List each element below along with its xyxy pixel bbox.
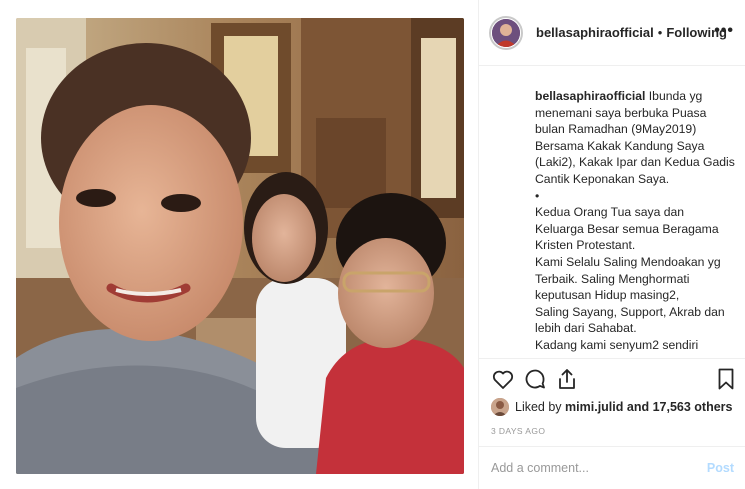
comment-input[interactable] — [491, 461, 691, 475]
post-photo[interactable]: › — [16, 18, 464, 474]
post-comment-button[interactable]: Post — [707, 461, 734, 475]
likes-count-link[interactable]: and 17,563 others — [627, 400, 733, 414]
bookmark-icon[interactable] — [714, 367, 738, 391]
comment-section: Post — [479, 446, 745, 489]
avatar-image — [492, 18, 520, 47]
liker-username-link[interactable]: mimi.julid — [565, 400, 623, 414]
heart-icon[interactable] — [491, 367, 515, 391]
post-sidebar: bellasaphiraofficial • Following ••• bel… — [478, 0, 745, 489]
caption-line: Saling Sayang, Support, Akrab dan lebih … — [535, 304, 725, 336]
likes-prefix: Liked by — [515, 400, 562, 414]
caption-line: Kami Selalu Saling Mendoakan yg Terbaik.… — [535, 254, 721, 303]
selfie-photo — [16, 18, 464, 474]
action-bar — [479, 358, 745, 398]
caption-line: Kadang kami senyum2 sendiri — [535, 337, 699, 352]
avatar — [492, 18, 520, 47]
header-separator: • — [657, 25, 663, 40]
share-icon[interactable] — [555, 367, 579, 391]
caption-line: Kedua Orang Tua saya dan Keluarga Besar … — [535, 205, 719, 253]
header-text: bellasaphiraofficial • Following — [536, 25, 727, 40]
post-timestamp[interactable]: 3 DAYS AGO — [491, 426, 545, 436]
liker-avatar-image — [491, 398, 509, 416]
caption-line: • — [535, 188, 540, 203]
instagram-post: › bellasaphiraofficial • Following ••• — [0, 0, 745, 489]
post-caption: bellasaphiraofficial Ibunda yg menemani … — [535, 88, 735, 358]
header-username-link[interactable]: bellasaphiraofficial — [536, 25, 654, 40]
post-header: bellasaphiraofficial • Following ••• — [479, 0, 745, 66]
caption-line: Bersama Kakak Kandung Saya (Laki2), Kaka… — [535, 138, 735, 186]
more-horizontal-icon[interactable]: ••• — [714, 22, 734, 40]
likes-row: Liked by mimi.julid and 17,563 others — [491, 398, 732, 416]
comment-icon[interactable] — [523, 367, 547, 391]
avatar-ring[interactable] — [489, 15, 523, 50]
caption-username-link[interactable]: bellasaphiraofficial — [535, 89, 645, 103]
liker-avatar[interactable] — [491, 398, 509, 416]
